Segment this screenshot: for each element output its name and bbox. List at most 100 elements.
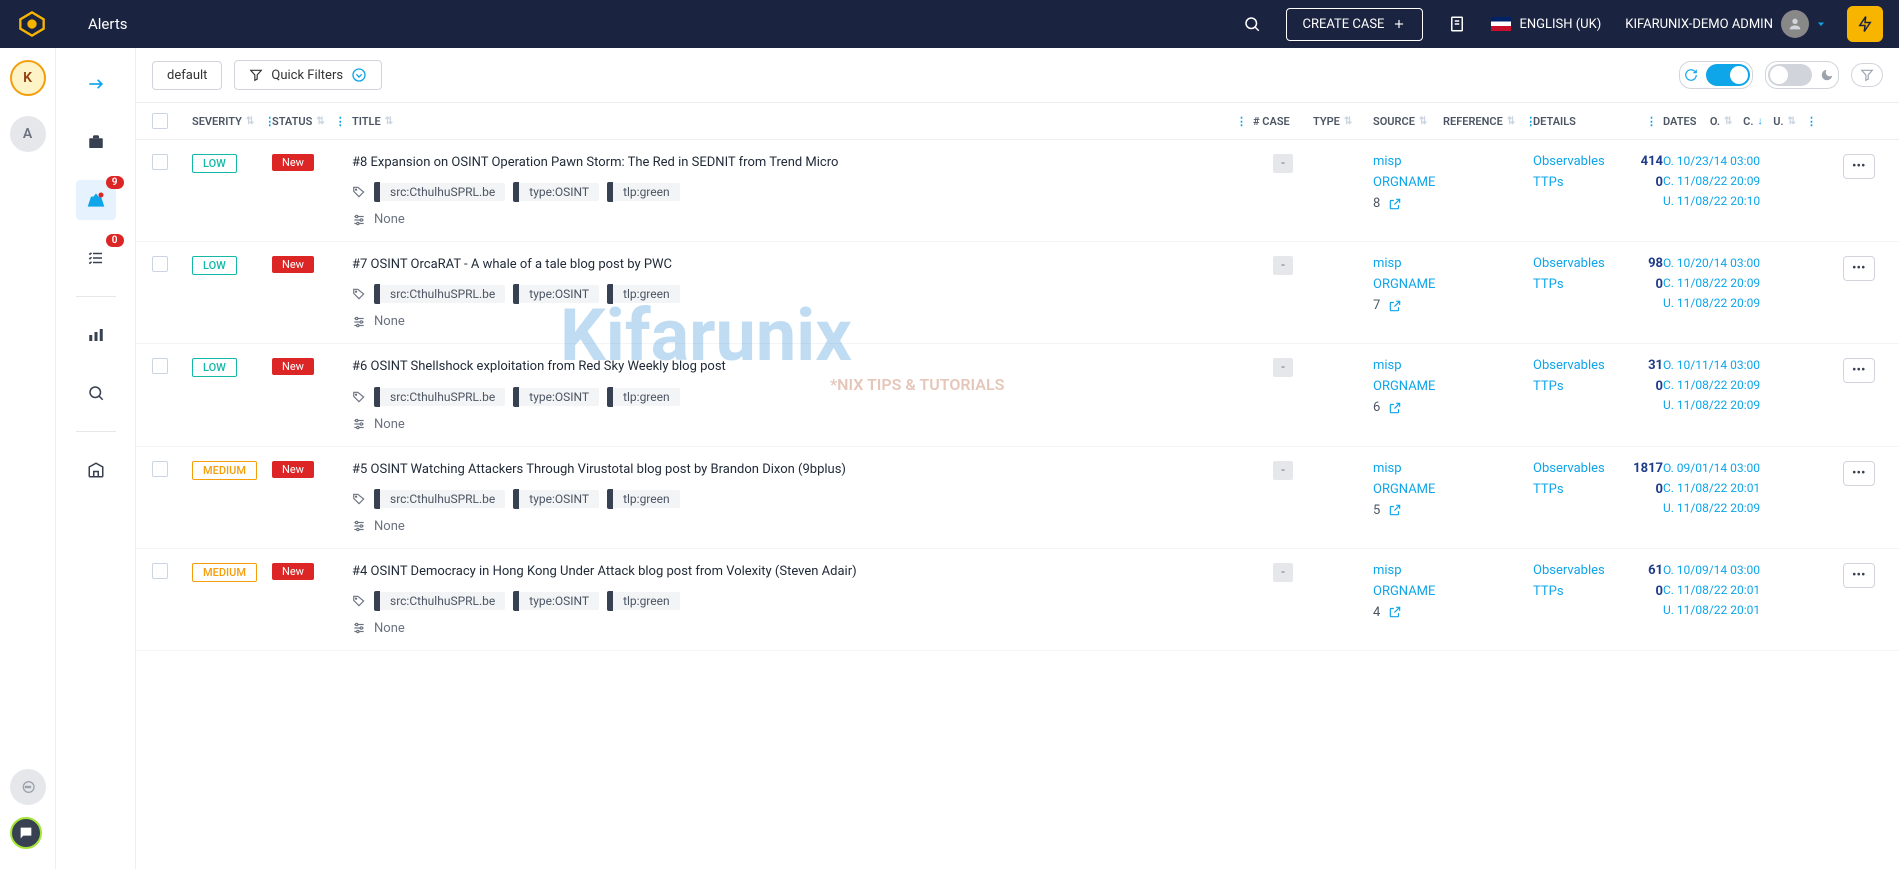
nav-dashboard[interactable] — [76, 315, 116, 355]
date-c: C. 11/08/22 20:01 — [1663, 583, 1843, 597]
status-badge: New — [272, 563, 314, 580]
tag-type[interactable]: type:OSINT — [513, 284, 599, 304]
source-orgname-link[interactable]: ORGNAME — [1373, 584, 1443, 599]
auto-refresh-toggle[interactable] — [1679, 61, 1753, 89]
alert-title[interactable]: #8 Expansion on OSINT Operation Pawn Sto… — [352, 154, 1253, 172]
row-checkbox[interactable] — [152, 256, 168, 272]
alert-title[interactable]: #4 OSINT Democracy in Hong Kong Under At… — [352, 563, 1253, 581]
source-orgname-link[interactable]: ORGNAME — [1373, 482, 1443, 497]
source-orgname-link[interactable]: ORGNAME — [1373, 379, 1443, 394]
tag-src[interactable]: src:CthulhuSPRL.be — [374, 284, 505, 304]
col-menu-icon[interactable]: ⋮ — [1230, 115, 1253, 128]
search-icon[interactable] — [1234, 6, 1270, 42]
nav-expand[interactable] — [76, 64, 116, 104]
tag-type[interactable]: type:OSINT — [513, 182, 599, 202]
tag-tlp[interactable]: tlp:green — [607, 591, 680, 611]
observables-link[interactable]: Observables — [1533, 563, 1605, 578]
external-link-icon[interactable] — [1388, 299, 1402, 313]
observables-link[interactable]: Observables — [1533, 154, 1605, 169]
docs-icon[interactable] — [1439, 6, 1475, 42]
row-checkbox[interactable] — [152, 461, 168, 477]
source-misp-link[interactable]: misp — [1373, 154, 1443, 169]
alert-row: LOW New #7 OSINT OrcaRAT - A whale of a … — [136, 242, 1899, 344]
row-actions-button[interactable]: ••• — [1843, 563, 1875, 588]
row-checkbox[interactable] — [152, 154, 168, 170]
row-actions-button[interactable]: ••• — [1843, 256, 1875, 281]
theme-toggle[interactable] — [1765, 61, 1839, 89]
ttps-link[interactable]: TTPs — [1533, 482, 1564, 497]
tag-tlp[interactable]: tlp:green — [607, 489, 680, 509]
row-actions-button[interactable]: ••• — [1843, 154, 1875, 179]
nav-cases[interactable] — [76, 122, 116, 162]
row-checkbox[interactable] — [152, 563, 168, 579]
external-link-icon[interactable] — [1388, 401, 1402, 415]
observables-link[interactable]: Observables — [1533, 461, 1605, 476]
tag-type[interactable]: type:OSINT — [513, 591, 599, 611]
col-details[interactable]: DETAILS⋮ — [1533, 115, 1663, 128]
tag-tlp[interactable]: tlp:green — [607, 387, 680, 407]
external-link-icon[interactable] — [1388, 503, 1402, 517]
org-avatar-k[interactable]: K — [10, 60, 46, 96]
col-status[interactable]: STATUS⇅⋮ — [272, 115, 352, 128]
col-menu-icon[interactable]: ⋮ — [1640, 115, 1663, 128]
nav-search[interactable] — [76, 373, 116, 413]
source-misp-link[interactable]: misp — [1373, 256, 1443, 271]
bolt-button[interactable] — [1847, 6, 1883, 42]
create-case-button[interactable]: CREATE CASE — [1286, 8, 1424, 41]
tag-tlp[interactable]: tlp:green — [607, 182, 680, 202]
observables-link[interactable]: Observables — [1533, 256, 1605, 271]
alert-title[interactable]: #5 OSINT Watching Attackers Through Viru… — [352, 461, 1253, 479]
col-menu-icon[interactable]: ⋮ — [1800, 115, 1823, 128]
toggle-on[interactable] — [1706, 64, 1750, 86]
quick-filters-chip[interactable]: Quick Filters — [234, 60, 382, 90]
support-chat-icon[interactable] — [10, 817, 42, 849]
uk-flag-icon — [1491, 17, 1511, 31]
tag-type[interactable]: type:OSINT — [513, 387, 599, 407]
tag-src[interactable]: src:CthulhuSPRL.be — [374, 182, 505, 202]
source-orgname-link[interactable]: ORGNAME — [1373, 175, 1443, 190]
source-misp-link[interactable]: misp — [1373, 563, 1443, 578]
ttps-link[interactable]: TTPs — [1533, 379, 1564, 394]
col-reference[interactable]: REFERENCE⇅⋮ — [1443, 115, 1533, 128]
observables-link[interactable]: Observables — [1533, 358, 1605, 373]
col-type[interactable]: TYPE⇅ — [1313, 115, 1373, 128]
nav-alerts[interactable]: 9 — [76, 180, 116, 220]
row-actions-button[interactable]: ••• — [1843, 358, 1875, 383]
tag-src[interactable]: src:CthulhuSPRL.be — [374, 489, 505, 509]
ttps-count: 0 — [1656, 379, 1663, 394]
tag-type[interactable]: type:OSINT — [513, 489, 599, 509]
default-filter-chip[interactable]: default — [152, 61, 222, 90]
col-severity[interactable]: SEVERITY⇅⋮ — [192, 115, 272, 128]
nav-org[interactable] — [76, 450, 116, 490]
select-all-checkbox[interactable] — [152, 113, 168, 129]
ttps-link[interactable]: TTPs — [1533, 277, 1564, 292]
col-case[interactable]: # CASE — [1253, 115, 1313, 128]
col-title[interactable]: TITLE⇅⋮ — [352, 115, 1253, 128]
org-avatar-a[interactable]: A — [10, 116, 46, 152]
col-menu-icon[interactable]: ⋮ — [329, 115, 352, 128]
tag-src[interactable]: src:CthulhuSPRL.be — [374, 591, 505, 611]
source-orgname-link[interactable]: ORGNAME — [1373, 277, 1443, 292]
app-logo[interactable] — [16, 8, 48, 40]
col-source[interactable]: SOURCE⇅ — [1373, 115, 1443, 128]
tag-src[interactable]: src:CthulhuSPRL.be — [374, 387, 505, 407]
chat-icon[interactable] — [10, 769, 46, 805]
col-dates[interactable]: DATES O.⇅ C.↓ U.⇅ ⋮ — [1663, 115, 1843, 128]
tasks-badge: 0 — [106, 234, 124, 247]
tag-tlp[interactable]: tlp:green — [607, 284, 680, 304]
toggle-off[interactable] — [1768, 64, 1812, 86]
source-misp-link[interactable]: misp — [1373, 461, 1443, 476]
alert-title[interactable]: #7 OSINT OrcaRAT - A whale of a tale blo… — [352, 256, 1253, 274]
row-actions-button[interactable]: ••• — [1843, 461, 1875, 486]
external-link-icon[interactable] — [1388, 197, 1402, 211]
ttps-link[interactable]: TTPs — [1533, 584, 1564, 599]
external-link-icon[interactable] — [1388, 605, 1402, 619]
user-menu[interactable]: KIFARUNIX-DEMO ADMIN — [1625, 10, 1827, 38]
ttps-link[interactable]: TTPs — [1533, 175, 1564, 190]
row-checkbox[interactable] — [152, 358, 168, 374]
source-misp-link[interactable]: misp — [1373, 358, 1443, 373]
language-selector[interactable]: ENGLISH (UK) — [1491, 17, 1601, 32]
filter-toggle-button[interactable] — [1851, 63, 1883, 87]
alert-title[interactable]: #6 OSINT Shellshock exploitation from Re… — [352, 358, 1253, 376]
nav-tasks[interactable]: 0 — [76, 238, 116, 278]
